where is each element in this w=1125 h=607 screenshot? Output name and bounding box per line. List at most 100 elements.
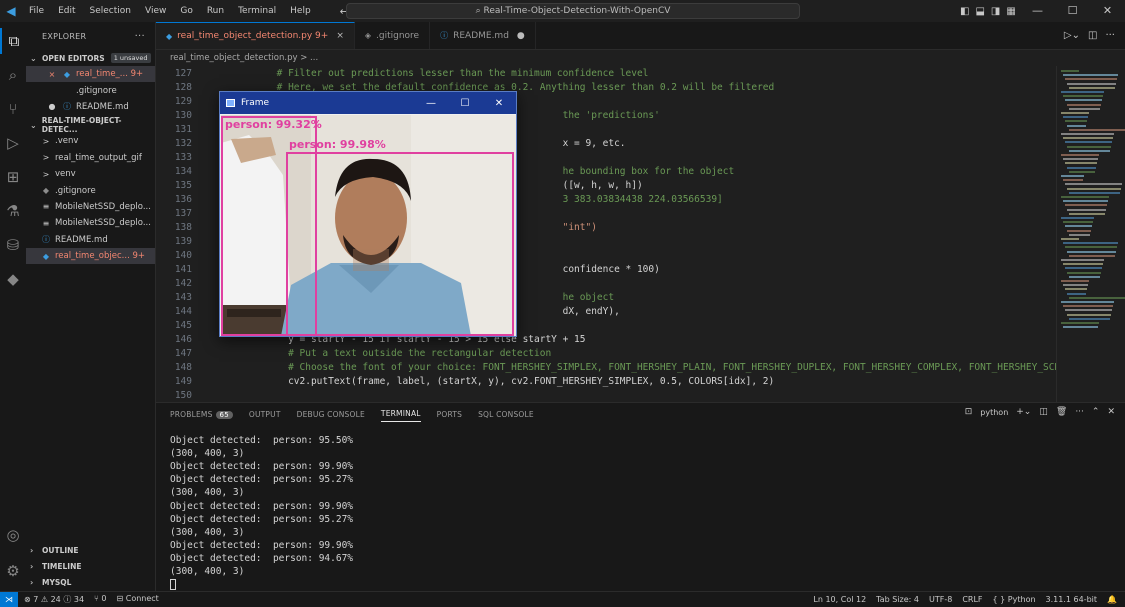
settings-gear-icon[interactable]: ⚙ (0, 558, 26, 584)
close-tab-icon[interactable]: × (336, 31, 344, 41)
tab-problems[interactable]: PROBLEMS 65 (170, 410, 233, 419)
open-editor-item[interactable]: ● ⓘ README.md (26, 99, 155, 115)
line-number: 129 (174, 96, 192, 107)
toggle-panel-icon[interactable]: ⬓ (975, 6, 984, 17)
code-line: cv2.putText(frame, label, (startX, y), c… (208, 376, 775, 387)
bottom-panel: PROBLEMS 65 OUTPUT DEBUG CONSOLE TERMINAL… (156, 402, 1125, 591)
open-editor-item[interactable]: .gitignore (26, 82, 155, 98)
remote-indicator-icon[interactable]: ⋊ (0, 591, 18, 607)
close-panel-icon[interactable]: ✕ (1107, 407, 1115, 417)
close-window-button[interactable]: ✕ (1090, 0, 1125, 22)
connect-status[interactable]: ⊟ Connect (116, 594, 158, 605)
frame-minimize-button[interactable]: — (414, 98, 448, 109)
accounts-icon[interactable]: ◎ (0, 522, 26, 548)
tree-item[interactable]: ◆ real_time_objec... 9+ (26, 247, 155, 265)
close-icon[interactable]: × (46, 70, 58, 79)
tab-sql-console[interactable]: SQL CONSOLE (478, 410, 534, 419)
gitlens-icon[interactable]: ◆ (0, 266, 26, 292)
source-control-icon[interactable]: ⑂ (0, 96, 26, 122)
toggle-secondary-sidebar-icon[interactable]: ◨ (991, 6, 1000, 17)
explorer-more-actions-icon[interactable]: ··· (135, 31, 145, 42)
notifications-bell-icon[interactable]: 🔔 (1107, 595, 1117, 604)
python-icon: ◆ (42, 251, 50, 261)
search-icon[interactable]: ⌕ (0, 62, 26, 88)
explorer-icon[interactable]: ⧉ (0, 28, 26, 54)
timeline-section[interactable]: › TIMELINE (26, 558, 156, 574)
frame-close-button[interactable]: ✕ (482, 98, 516, 109)
tree-item-label: .venv (55, 136, 79, 147)
cursor-position[interactable]: Ln 10, Col 12 (813, 595, 866, 604)
tree-item-label: venv (55, 169, 76, 180)
tree-item[interactable]: ⓘ README.md (26, 232, 155, 248)
tree-item[interactable]: ≡ MobileNetSSD_deplo... (26, 215, 155, 231)
open-editor-item[interactable]: × ◆ real_time_... 9+ (26, 66, 155, 83)
chevron-right-icon: > (42, 169, 50, 179)
more-actions-icon[interactable]: ··· (1105, 30, 1115, 41)
tree-item[interactable]: ◆ .gitignore (26, 182, 155, 198)
minimap[interactable] (1056, 66, 1125, 402)
run-python-file-icon[interactable]: ▷⌄ (1064, 30, 1080, 41)
maximize-button[interactable]: ☐ (1055, 0, 1090, 22)
open-editors-section[interactable]: ⌄ OPEN EDITORS 1 unsaved (26, 50, 155, 66)
ports-status[interactable]: ⑂ 0 (94, 594, 106, 605)
tab-gitignore[interactable]: ◈ .gitignore (355, 22, 431, 49)
menu-help[interactable]: Help (283, 0, 318, 22)
run-debug-icon[interactable]: ▷ (0, 130, 26, 156)
activity-bar: ⧉ ⌕ ⑂ ▷ ⊞ ⚗ ⛁ ◆ ◎ ⚙ (0, 22, 26, 591)
open-editor-label: README.md (76, 101, 129, 112)
frame-maximize-button[interactable]: ☐ (448, 98, 482, 109)
minimize-button[interactable]: — (1020, 0, 1055, 22)
tab-ports[interactable]: PORTS (437, 410, 462, 419)
python-interpreter[interactable]: 3.11.1 64-bit (1046, 595, 1098, 604)
menu-view[interactable]: View (138, 0, 173, 22)
end-of-line[interactable]: CRLF (962, 595, 982, 604)
mysql-section[interactable]: › MYSQL (26, 574, 156, 590)
open-editor-label: .gitignore (76, 85, 117, 96)
minimap-line (1069, 149, 1110, 152)
kill-terminal-icon[interactable]: 🗑 (1056, 407, 1067, 417)
menu-run[interactable]: Run (200, 0, 231, 22)
tab-label: .gitignore (376, 30, 420, 41)
new-terminal-icon[interactable]: +⌄ (1016, 407, 1031, 417)
tree-item[interactable]: > real_time_output_gif (26, 150, 155, 166)
project-section[interactable]: ⌄ REAL-TIME-OBJECT-DETEC... (26, 116, 155, 134)
breadcrumb[interactable]: real_time_object_detection.py > ... (156, 50, 1125, 66)
tab-output[interactable]: OUTPUT (249, 410, 281, 419)
menu-edit[interactable]: Edit (51, 0, 82, 22)
panel-more-icon[interactable]: ··· (1075, 407, 1084, 417)
database-icon[interactable]: ⛁ (0, 232, 26, 258)
menu-selection[interactable]: Selection (83, 0, 138, 22)
customize-layout-icon[interactable]: ▦ (1006, 6, 1015, 17)
encoding[interactable]: UTF-8 (929, 595, 952, 604)
tab-debug-console[interactable]: DEBUG CONSOLE (297, 410, 365, 419)
menu-go[interactable]: Go (173, 0, 199, 22)
chevron-right-icon: > (42, 136, 50, 146)
testing-icon[interactable]: ⚗ (0, 198, 26, 224)
outline-section[interactable]: › OUTLINE (26, 542, 156, 558)
mysql-label: MYSQL (42, 577, 72, 587)
language-mode[interactable]: { } Python (993, 595, 1036, 604)
maximize-panel-icon[interactable]: ⌃ (1092, 407, 1100, 417)
tab-size[interactable]: Tab Size: 4 (876, 595, 919, 604)
toggle-sidebar-icon[interactable]: ◧ (960, 6, 969, 17)
terminal-cursor (170, 579, 176, 591)
menu-file[interactable]: File (22, 0, 51, 22)
tree-item[interactable]: > .venv (26, 133, 155, 149)
menu-terminal[interactable]: Terminal (231, 0, 283, 22)
opencv-frame-window[interactable]: Frame — ☐ ✕ person: 99.32% person: 99.98… (219, 91, 517, 337)
minimap-line (1061, 112, 1089, 114)
extensions-icon[interactable]: ⊞ (0, 164, 26, 190)
frame-title-bar[interactable]: Frame — ☐ ✕ (220, 92, 516, 114)
tab-terminal[interactable]: TERMINAL (380, 407, 421, 422)
problems-status[interactable]: ⊗ 7 ⚠ 24 ⓘ 34 (24, 594, 84, 605)
tree-item[interactable]: > venv (26, 166, 155, 182)
tab-readme[interactable]: ⓘ README.md ● (430, 22, 536, 49)
command-center-search[interactable]: ⌕ Real-Time-Object-Detection-With-OpenCV (346, 3, 800, 19)
connect-label: Connect (125, 594, 159, 603)
split-editor-icon[interactable]: ◫ (1088, 30, 1097, 41)
tree-item[interactable]: ≡ MobileNetSSD_deplo... (26, 199, 155, 215)
tab-real-time-object-detection[interactable]: ◆ real_time_object_detection.py 9+ × (156, 22, 355, 49)
minimap-line (1067, 103, 1101, 106)
terminal-shell-label[interactable]: python (980, 408, 1008, 417)
split-terminal-icon[interactable]: ◫ (1039, 407, 1048, 417)
